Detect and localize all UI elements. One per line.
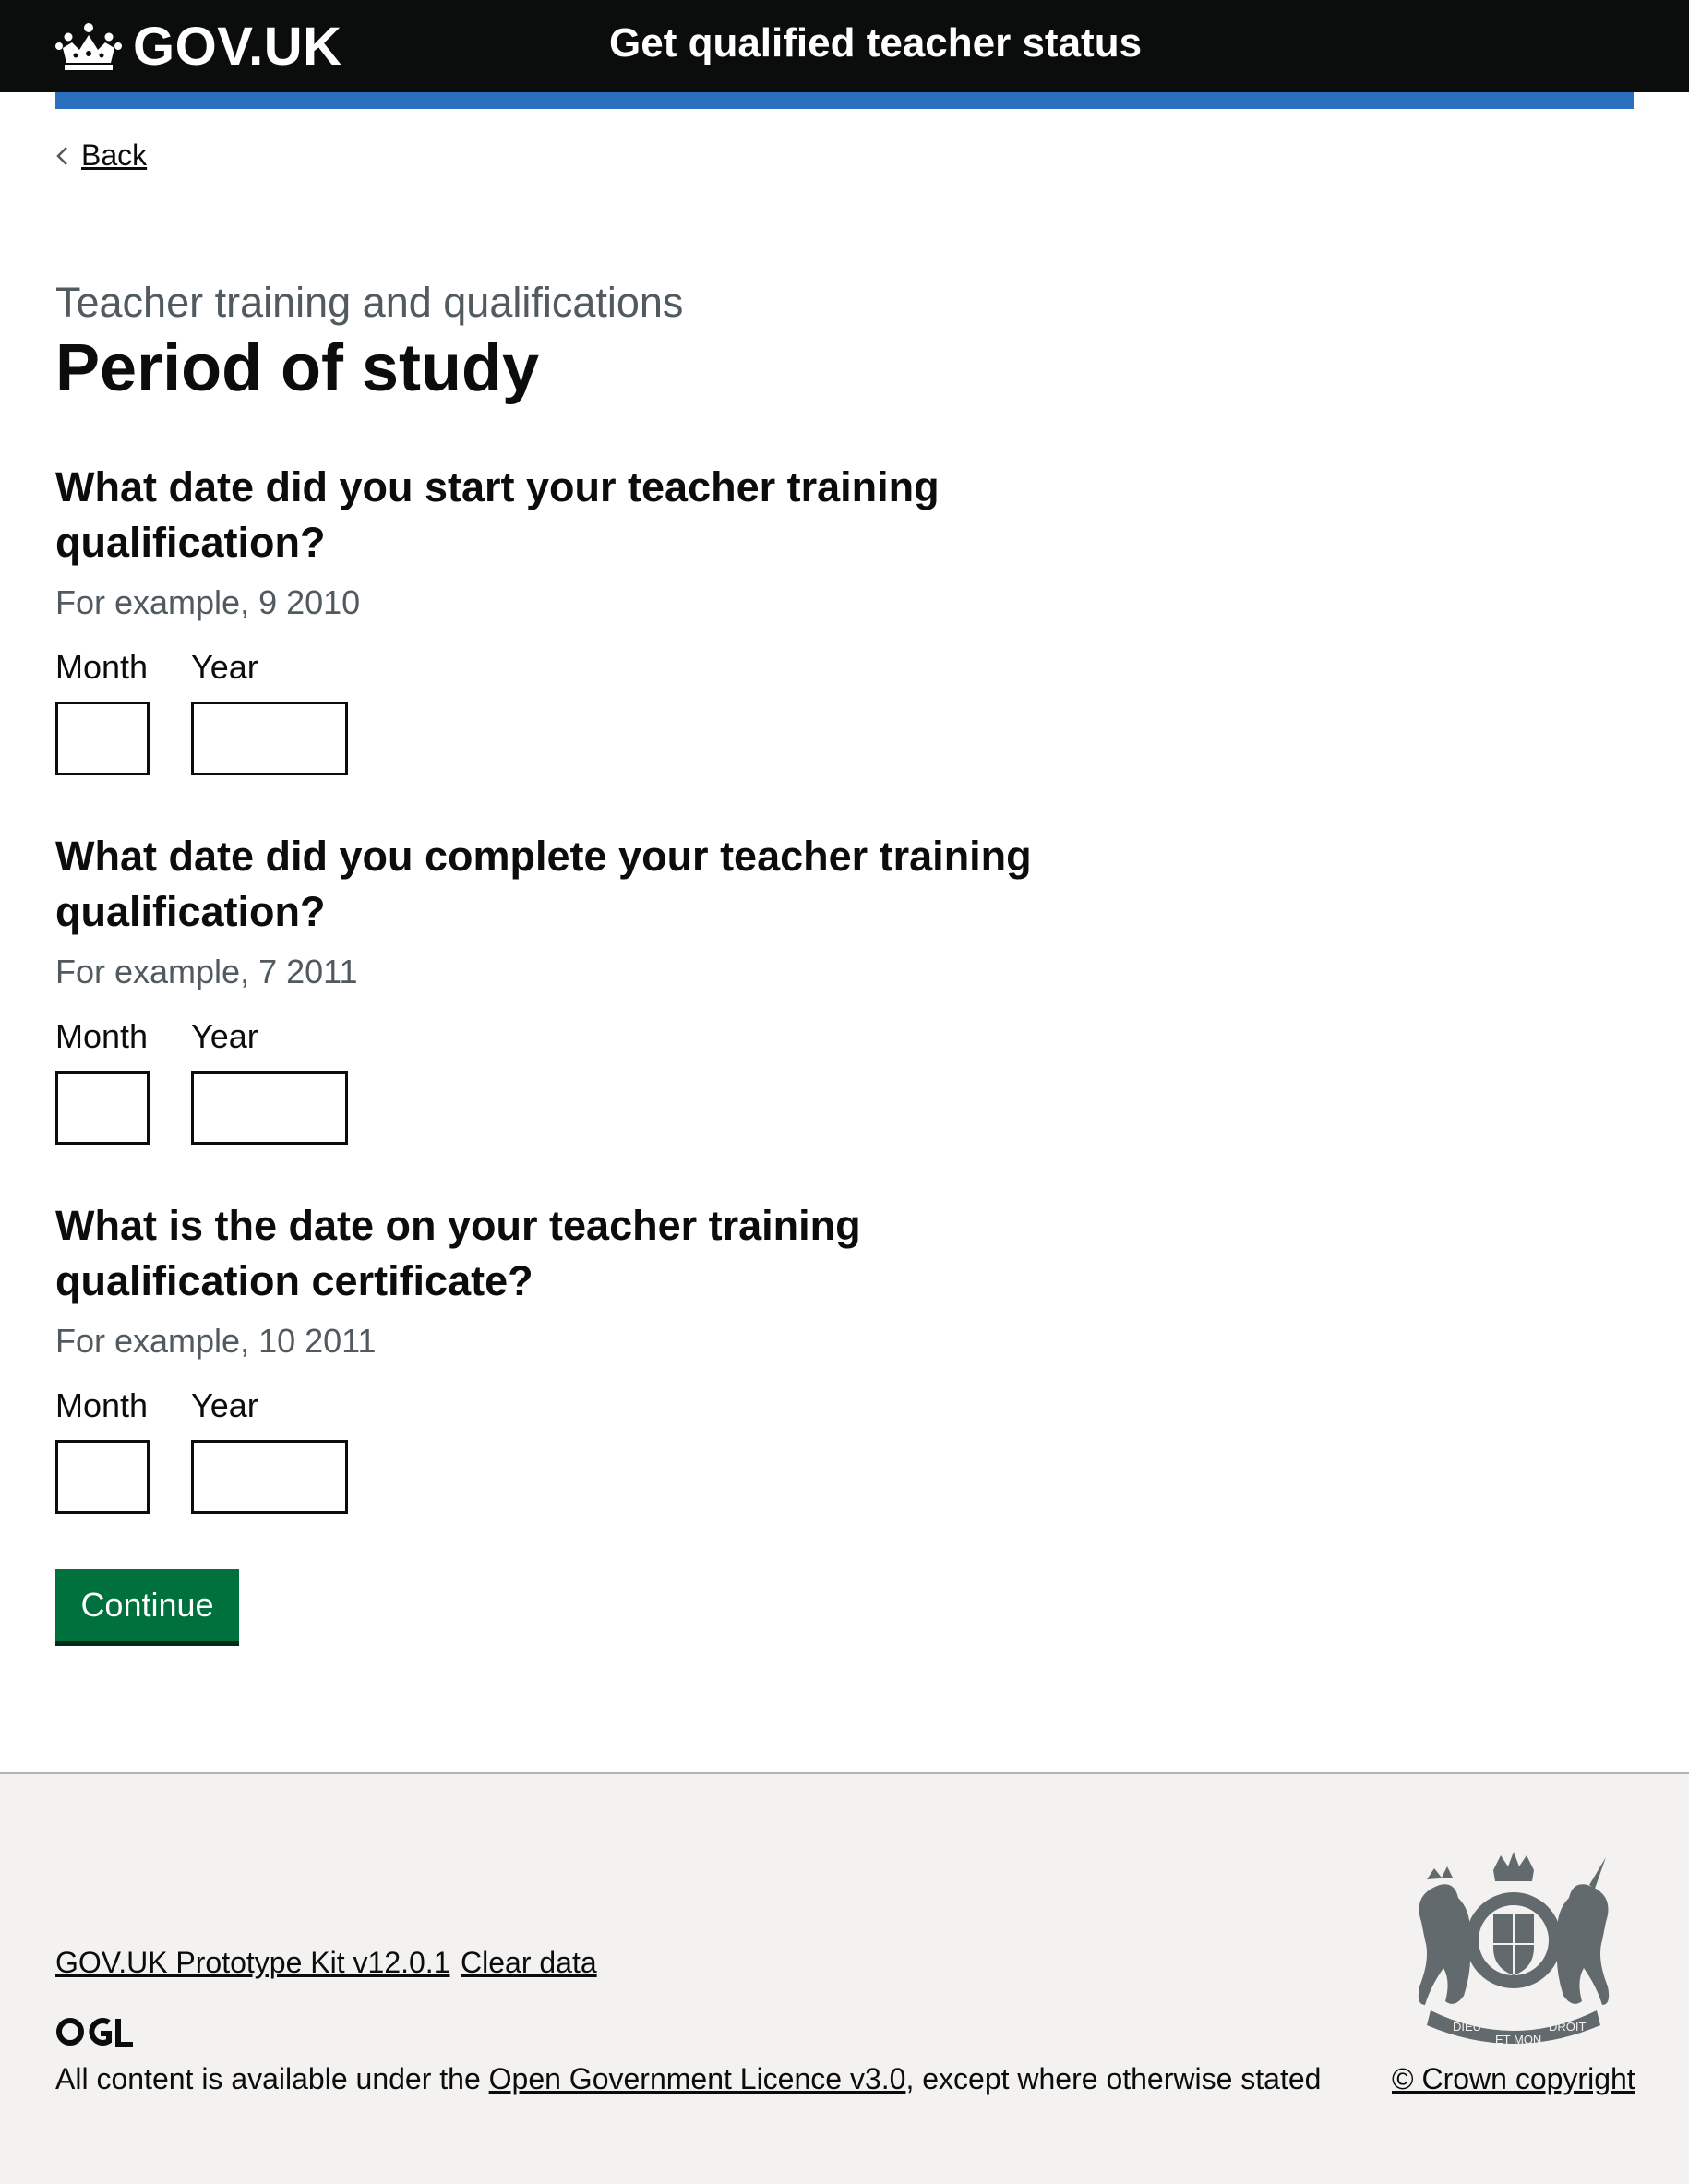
start-year-label: Year xyxy=(191,648,258,686)
back-link[interactable]: Back xyxy=(55,138,147,173)
certificate-date-hint: For example, 10 2011 xyxy=(55,1322,377,1360)
legend-line: qualification? xyxy=(55,888,326,935)
start-month-input[interactable] xyxy=(55,702,150,775)
certificate-year-input[interactable] xyxy=(191,1440,348,1514)
legend-line: qualification certificate? xyxy=(55,1257,533,1304)
ogl-logo-icon xyxy=(56,2018,133,2047)
complete-date-hint: For example, 7 2011 xyxy=(55,953,358,990)
site-header: GOV.UK Get qualified teacher status xyxy=(0,0,1689,92)
legend-line: What is the date on your teacher trainin… xyxy=(55,1202,861,1249)
clear-data-link[interactable]: Clear data xyxy=(461,1946,597,1980)
back-link-label: Back xyxy=(81,138,148,172)
royal-coat-of-arms-icon: DIEU ET MON DROIT xyxy=(1418,1852,1610,2046)
page-title: Period of study xyxy=(55,331,540,405)
crest-motto-right: DROIT xyxy=(1549,2020,1587,2034)
complete-date-legend: What date did you complete your teacher … xyxy=(55,829,1071,940)
certificate-year-label: Year xyxy=(191,1386,258,1424)
complete-month-label: Month xyxy=(55,1017,149,1055)
prototype-kit-link[interactable]: GOV.UK Prototype Kit v12.0.1 xyxy=(55,1946,449,1980)
licence-text: All content is available under the Open … xyxy=(55,2062,1321,2096)
start-date-hint: For example, 9 2010 xyxy=(55,583,361,621)
crown-icon xyxy=(55,23,122,70)
site-footer: GOV.UK Prototype Kit v12.0.1 Clear data … xyxy=(0,1772,1689,2184)
start-month-label: Month xyxy=(55,648,149,686)
complete-year-input[interactable] xyxy=(191,1071,348,1145)
page-caption: Teacher training and qualifications xyxy=(55,279,684,326)
service-name-link[interactable]: Get qualified teacher status xyxy=(609,20,1142,66)
chevron-left-icon xyxy=(56,146,67,165)
crown-copyright-link[interactable]: © Crown copyright xyxy=(1392,2062,1635,2096)
licence-prefix: All content is available under the xyxy=(55,2062,489,2095)
govuk-logo-link[interactable]: GOV.UK xyxy=(55,16,342,77)
legend-line: What date did you complete your teacher … xyxy=(55,833,1032,880)
crest-motto-left: DIEU xyxy=(1453,2020,1481,2034)
certificate-month-label: Month xyxy=(55,1386,149,1424)
logo-text: GOV.UK xyxy=(133,16,342,77)
legend-line: qualification? xyxy=(55,519,326,566)
start-year-input[interactable] xyxy=(191,702,348,775)
complete-month-input[interactable] xyxy=(55,1071,150,1145)
start-date-legend: What date did you start your teacher tra… xyxy=(55,460,1071,570)
continue-button[interactable]: Continue xyxy=(55,1569,239,1641)
legend-line: What date did you start your teacher tra… xyxy=(55,463,940,510)
open-government-licence-link[interactable]: Open Government Licence v3.0 xyxy=(489,2062,906,2095)
certificate-month-input[interactable] xyxy=(55,1440,150,1514)
certificate-date-legend: What is the date on your teacher trainin… xyxy=(55,1198,1071,1309)
crest-motto-middle: ET MON xyxy=(1495,2033,1541,2046)
licence-suffix: , except where otherwise stated xyxy=(905,2062,1322,2095)
header-accent-bar xyxy=(55,92,1634,109)
complete-year-label: Year xyxy=(191,1017,258,1055)
